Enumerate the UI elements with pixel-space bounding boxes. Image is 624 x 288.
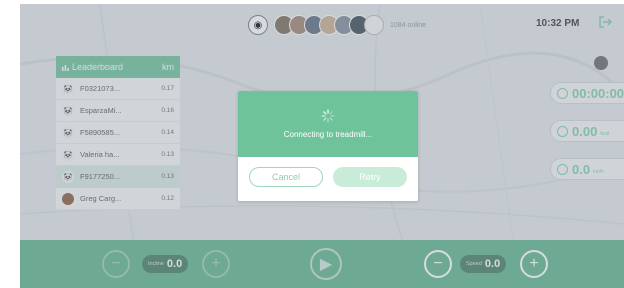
dialog-header: Connecting to treadmill... xyxy=(238,91,418,157)
connection-dialog: Connecting to treadmill... Cancel Retry xyxy=(238,91,418,201)
loading-spinner-icon xyxy=(321,109,335,123)
app-screen: ◉ 1084 online 10:32 PM Leaderboard km 🐼 … xyxy=(20,4,624,288)
cancel-button[interactable]: Cancel xyxy=(249,167,323,187)
retry-button[interactable]: Retry xyxy=(333,167,407,187)
dialog-buttons: Cancel Retry xyxy=(238,157,418,187)
dialog-message: Connecting to treadmill... xyxy=(283,130,373,139)
